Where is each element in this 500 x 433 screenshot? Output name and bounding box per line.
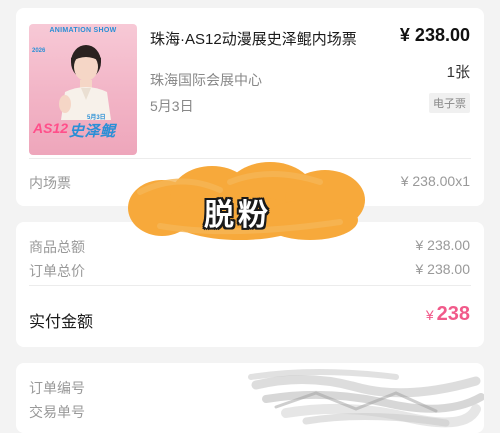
order-ids-card: 订单编号 交易单号 xyxy=(16,363,484,433)
poster-side-text: 2026 xyxy=(32,48,46,54)
poster-name-logo: 史泽鲲 xyxy=(69,123,116,140)
poster-person-illustration xyxy=(59,45,111,120)
amount-paid-number: 238 xyxy=(436,303,470,325)
order-total-value: ¥ 238.00 xyxy=(415,261,471,277)
goods-total-label: 商品总额 xyxy=(29,239,85,255)
poster-top-text: ANIMATION SHOW xyxy=(49,27,117,34)
ticket-category-label: 内场票 xyxy=(29,175,71,191)
event-venue: 珠海国际会展中心 xyxy=(150,72,262,88)
amount-paid-value: ¥238 xyxy=(426,303,470,326)
item-price: ¥ 238.00 xyxy=(399,25,470,45)
divider xyxy=(29,285,471,286)
amount-paid-currency: ¥ xyxy=(425,307,434,323)
unfollow-sticker-text: 脱粉 xyxy=(204,199,272,232)
amount-paid-label: 实付金额 xyxy=(29,314,94,331)
trade-number-label: 交易单号 xyxy=(29,404,85,420)
ticket-category-value: ¥ 238.00x1 xyxy=(400,173,470,189)
event-date: 5月3日 xyxy=(150,98,194,114)
order-number-label: 订单编号 xyxy=(29,380,85,396)
event-title[interactable]: 珠海·AS12动漫展史泽鲲内场票 xyxy=(150,28,357,49)
redaction-scribble xyxy=(248,369,484,428)
order-total-label: 订单总价 xyxy=(29,263,85,279)
ticket-type-badge: 电子票 xyxy=(429,93,470,113)
poster-as-logo: AS12 xyxy=(33,120,69,136)
ticket-quantity: 1张 xyxy=(446,64,470,81)
goods-total-value: ¥ 238.00 xyxy=(415,237,471,253)
event-poster-image[interactable]: ANIMATION SHOW 2026 5月3日 AS12 史泽鲲 xyxy=(29,24,137,155)
